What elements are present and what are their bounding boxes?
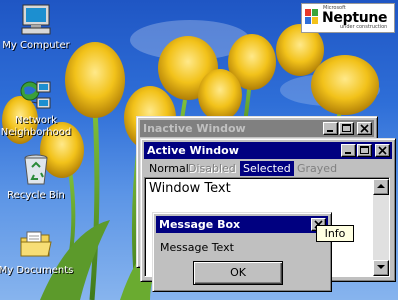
my-computer-label: My Computer [2, 40, 70, 51]
maximize-button[interactable] [339, 122, 354, 135]
scroll-down-button[interactable] [373, 260, 389, 276]
close-button[interactable] [375, 144, 390, 157]
message-text: Message Text [160, 241, 234, 254]
menu-item-grayed: Grayed [297, 162, 338, 175]
maximize-button[interactable] [357, 144, 372, 157]
active-window-title: Active Window [147, 144, 239, 157]
network-icon [19, 78, 53, 112]
desktop-icon-my-documents[interactable]: My Documents [0, 228, 74, 277]
desktop-icon-recycle-bin[interactable]: Recycle Bin [0, 153, 74, 202]
tooltip: Info [316, 225, 354, 242]
desktop-icon-network-neighborhood[interactable]: Network Neighborhood [0, 78, 74, 139]
windows-flag-icon [305, 9, 318, 24]
maximize-icon [360, 146, 369, 154]
menu-item-disabled: Disabled [188, 162, 236, 175]
minimize-button[interactable] [323, 122, 338, 135]
desktop-icon-my-computer[interactable]: My Computer [0, 3, 74, 52]
minimize-icon [345, 152, 351, 154]
minimize-icon [327, 130, 333, 132]
message-box-titlebar[interactable]: Message Box [156, 216, 328, 233]
close-button[interactable] [357, 122, 372, 135]
vertical-scrollbar[interactable] [373, 179, 389, 276]
inactive-window-title: Inactive Window [143, 122, 246, 135]
arrow-up-icon [377, 184, 385, 188]
network-neighborhood-label: Network Neighborhood [0, 115, 72, 138]
message-box[interactable]: Message Box Message Text OK [152, 212, 332, 292]
neptune-logo: Microsoft Neptune under construction [301, 3, 395, 33]
logo-bottom-text: under construction [340, 24, 388, 30]
menu-bar: Normal Disabled Selected Grayed [144, 160, 392, 177]
my-documents-label: My Documents [0, 265, 74, 276]
ok-button[interactable]: OK [193, 261, 283, 285]
recycle-bin-icon [19, 153, 53, 187]
computer-icon [19, 3, 53, 37]
recycle-bin-label: Recycle Bin [7, 190, 65, 201]
window-text: Window Text [149, 181, 231, 196]
scroll-up-button[interactable] [373, 179, 389, 195]
minimize-button[interactable] [341, 144, 356, 157]
inactive-window-titlebar[interactable]: Inactive Window [140, 120, 374, 137]
close-icon [378, 146, 387, 155]
desktop: My Computer Network Neighborhood Recycle [0, 0, 398, 300]
active-window-titlebar[interactable]: Active Window [144, 142, 392, 159]
folder-icon [19, 228, 53, 262]
menu-item-selected[interactable]: Selected [240, 161, 294, 176]
arrow-down-icon [377, 265, 385, 269]
close-icon [360, 124, 369, 133]
maximize-icon [342, 124, 351, 132]
message-box-title: Message Box [159, 218, 241, 231]
